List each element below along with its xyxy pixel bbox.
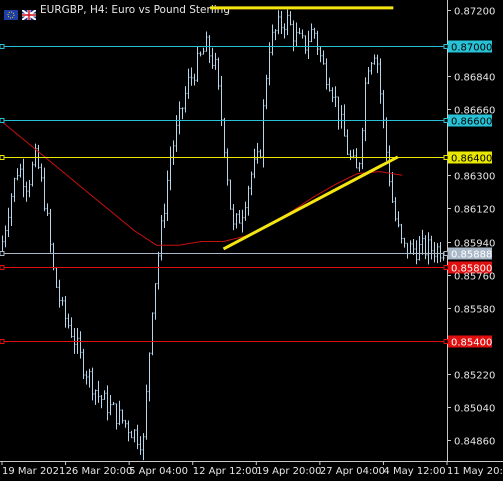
price-label: 0.85888 <box>451 250 492 261</box>
horizontal-line-anchor <box>443 339 449 344</box>
price-tick-label: 0.86840 <box>454 73 495 84</box>
price-tick-label: 0.85040 <box>454 404 495 415</box>
price-chart[interactable]: 0.870000.866000.864000.858880.858000.854… <box>0 0 503 481</box>
horizontal-line-anchor <box>0 265 5 270</box>
trendlines <box>210 6 399 251</box>
time-tick-label: 19 Mar 2021 <box>2 466 65 477</box>
moving-average-line <box>0 119 403 246</box>
price-tick-label: 0.85760 <box>454 272 495 283</box>
price-tick-label: 0.86660 <box>454 106 495 117</box>
horizontal-line-anchor <box>0 251 5 256</box>
price-tick-label: 0.86300 <box>454 172 495 183</box>
horizontal-line-anchor <box>443 251 449 256</box>
time-axis: 19 Mar 2021 26 Mar 20:005 Apr 04:00 12 Apr… <box>1 461 503 477</box>
price-bars <box>1 9 445 461</box>
time-tick-label: 11 May 20:00 <box>447 466 503 477</box>
time-tick-label: 12 Apr 12:00 <box>193 466 258 477</box>
horizontal-line-anchor <box>443 265 449 270</box>
horizontal-line-anchor <box>0 339 5 344</box>
price-label: 0.86600 <box>451 117 492 128</box>
time-tick-label: 27 Apr 04:00 <box>320 466 385 477</box>
moving-average <box>0 119 403 246</box>
trendline <box>222 155 399 251</box>
time-tick-label: 26 Mar 20:00 <box>66 466 133 477</box>
horizontal-line-anchor <box>443 118 449 123</box>
time-tick-label: 4 May 12:00 <box>383 466 445 477</box>
price-tick-label: 0.86120 <box>454 205 495 216</box>
price-tick-label: 0.85580 <box>454 305 495 316</box>
chart-frame <box>0 0 503 462</box>
price-label: 0.85400 <box>451 338 492 349</box>
horizontal-line-anchor <box>443 155 449 160</box>
horizontal-line-anchor <box>0 44 5 49</box>
price-tick-label: 0.85220 <box>454 371 495 382</box>
price-tick-label: 0.85940 <box>454 239 495 250</box>
horizontal-line-anchor <box>0 155 5 160</box>
price-tick-label: 0.87200 <box>454 7 495 18</box>
time-tick-label: 19 Apr 20:00 <box>256 466 321 477</box>
price-label: 0.86400 <box>451 154 492 165</box>
time-tick-label: 5 Apr 04:00 <box>129 466 188 477</box>
price-label: 0.87000 <box>451 43 492 54</box>
horizontal-line-anchor <box>443 44 449 49</box>
price-axis: 0.870000.866000.864000.858880.858000.854… <box>447 7 495 448</box>
price-tick-label: 0.84860 <box>454 437 495 448</box>
horizontal-line-anchor <box>0 118 5 123</box>
